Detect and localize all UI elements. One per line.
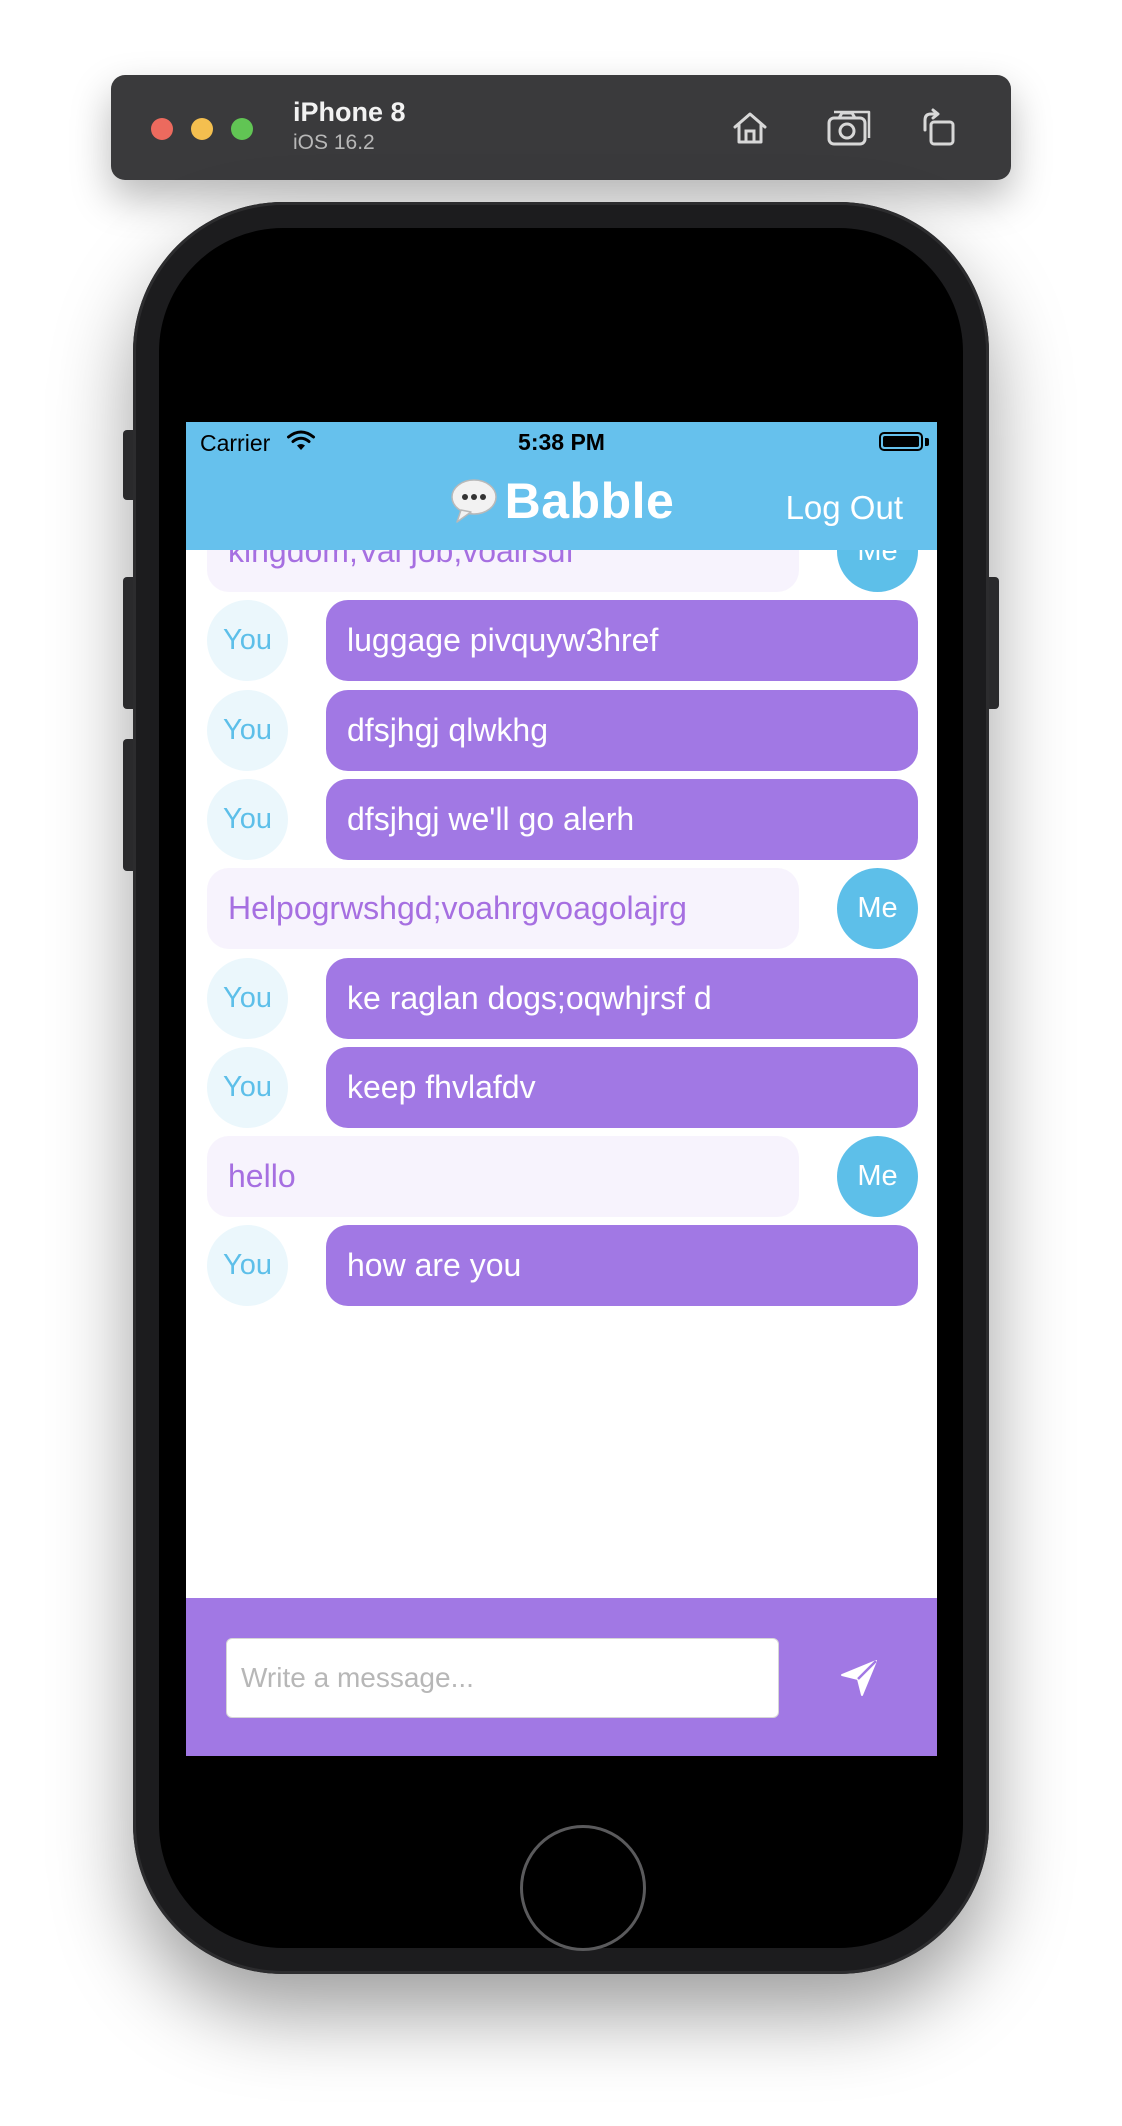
message-row: keep fhvlafdv You — [186, 1047, 937, 1129]
message-row: dfsjhgj we'll go alerh You — [186, 779, 937, 861]
status-time: 5:38 PM — [518, 429, 605, 455]
speech-bubble-icon — [450, 479, 497, 523]
message-row: kingdom;Val job;voairsdf Me — [186, 550, 937, 593]
send-icon — [841, 1660, 877, 1696]
os-version: iOS 16.2 — [293, 131, 375, 154]
status-bar: Carrier 5:38 PM — [186, 422, 937, 462]
their-message-bubble: luggage pivquyw3href — [326, 600, 918, 681]
camera-icon — [827, 110, 871, 146]
battery-icon — [879, 432, 923, 451]
zoom-window-button[interactable] — [231, 118, 253, 140]
mute-switch — [123, 430, 133, 500]
my-message-bubble: Helpogrwshgd;voahrgvoagolajrg — [207, 868, 799, 949]
my-avatar: Me — [837, 550, 918, 592]
screenshot-button[interactable] — [824, 103, 874, 153]
message-row: hello Me — [186, 1136, 937, 1218]
volume-up-button — [123, 577, 133, 709]
their-message-bubble: how are you — [326, 1225, 918, 1306]
rotate-icon — [923, 108, 955, 146]
message-list[interactable]: kingdom;Val job;voairsdf Me luggage pivquy… — [186, 550, 937, 1598]
their-message-bubble: dfsjhgj we'll go alerh — [326, 779, 918, 860]
logout-button[interactable]: Log Out — [786, 489, 903, 527]
my-message-bubble: kingdom;Val job;voairsdf — [207, 550, 799, 592]
my-avatar: Me — [837, 1136, 918, 1217]
message-row: how are you You — [186, 1225, 937, 1307]
send-button[interactable] — [834, 1653, 884, 1703]
message-row: luggage pivquyw3href You — [186, 600, 937, 682]
simulator-toolbar: iPhone 8 iOS 16.2 — [111, 75, 1011, 180]
minimize-window-button[interactable] — [191, 118, 213, 140]
device-name: iPhone 8 — [293, 97, 406, 127]
their-message-bubble: dfsjhgj qlwkhg — [326, 690, 918, 771]
volume-down-button — [123, 739, 133, 871]
app-title: Babble — [504, 473, 675, 529]
message-input[interactable] — [226, 1638, 779, 1718]
navigation-bar: Babble Log Out — [186, 462, 937, 550]
message-composer — [186, 1598, 937, 1756]
their-avatar: You — [207, 1225, 288, 1306]
message-row: Helpogrwshgd;voahrgvoagolajrg Me — [186, 868, 937, 950]
their-avatar: You — [207, 690, 288, 771]
message-row: dfsjhgj qlwkhg You — [186, 690, 937, 772]
simulator-window: iPhone 8 iOS 16.2 Carrier 5:38 PM Babble… — [0, 0, 1122, 2126]
their-avatar: You — [207, 600, 288, 681]
my-message-bubble: hello — [207, 1136, 799, 1217]
their-message-bubble: ke raglan dogs;oqwhjrsf d — [326, 958, 918, 1039]
message-row: ke raglan dogs;oqwhjrsf d You — [186, 958, 937, 1040]
rotate-button[interactable] — [914, 103, 964, 153]
app-screen: Carrier 5:38 PM Babble Log Out kingdom;V… — [186, 422, 937, 1756]
their-avatar: You — [207, 1047, 288, 1128]
their-avatar: You — [207, 958, 288, 1039]
their-message-bubble: keep fhvlafdv — [326, 1047, 918, 1128]
my-avatar: Me — [837, 868, 918, 949]
device-home-button[interactable] — [520, 1825, 646, 1951]
close-window-button[interactable] — [151, 118, 173, 140]
home-button[interactable] — [725, 103, 775, 153]
their-avatar: You — [207, 779, 288, 860]
power-button — [989, 577, 999, 709]
home-icon — [733, 112, 767, 144]
